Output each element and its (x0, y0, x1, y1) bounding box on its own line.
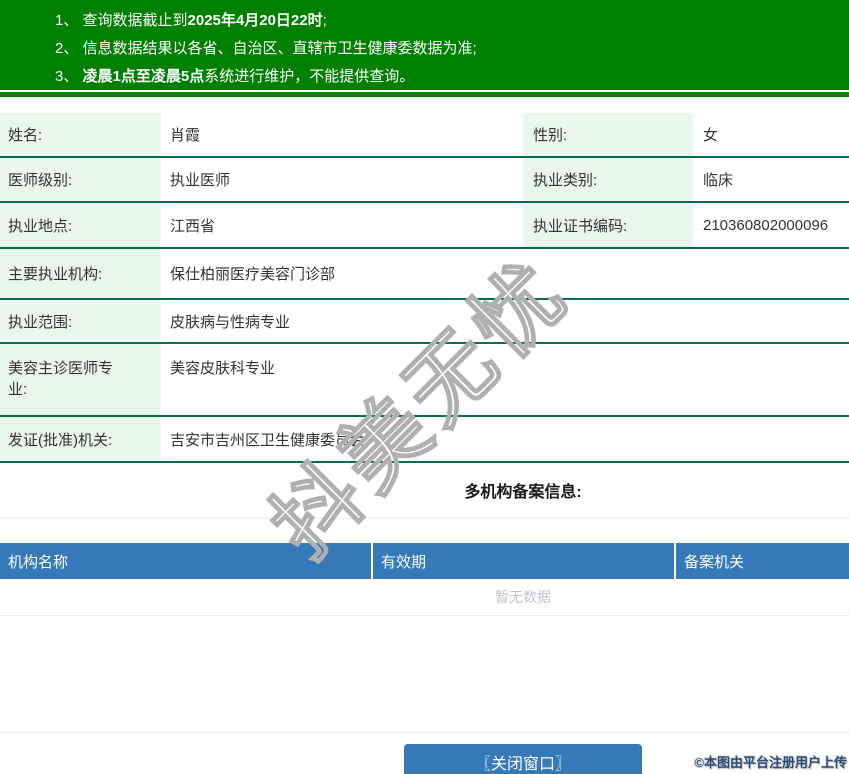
spacer (0, 97, 849, 113)
name-label: 姓名: (0, 113, 161, 156)
issuing-authority-label: 发证(批准)机关: (0, 417, 161, 461)
notice-line-3: 3、 凌晨1点至凌晨5点系统进行维护，不能提供查询。 (55, 63, 849, 91)
info-row-practice-scope: 执业范围: 皮肤病与性病专业 (0, 300, 849, 344)
practitioner-info-table: 姓名: 肖霞 性别: 女 医师级别: 执业医师 执业类别: 临床 执业地点: 江… (0, 113, 849, 463)
info-row-main-institution: 主要执业机构: 保仕柏丽医疗美容门诊部 (0, 249, 849, 300)
issuing-authority-value: 吉安市吉州区卫生健康委员会 (161, 417, 849, 461)
certificate-number-label: 执业证书编码: (523, 203, 693, 247)
cosmetic-specialty-label: 美容主诊医师专业: (0, 344, 161, 415)
name-value: 肖霞 (161, 113, 523, 156)
filing-header-authority: 备案机关 (676, 543, 849, 579)
practice-scope-value: 皮肤病与性病专业 (161, 300, 849, 342)
info-row-cosmetic-specialty: 美容主诊医师专业: 美容皮肤科专业 (0, 344, 849, 417)
practice-category-value: 临床 (693, 158, 849, 201)
info-row-location-certno: 执业地点: 江西省 执业证书编码: 210360802000096 (0, 203, 849, 249)
spacer (0, 519, 849, 543)
spacer (0, 616, 849, 733)
info-row-name-gender: 姓名: 肖霞 性别: 女 (0, 113, 849, 158)
cosmetic-specialty-value: 美容皮肤科专业 (161, 344, 849, 415)
filing-section-title: 多机构备案信息: (0, 478, 849, 502)
info-row-level-category: 医师级别: 执业医师 执业类别: 临床 (0, 158, 849, 203)
gender-value: 女 (693, 113, 849, 156)
notice-banner: 1、 查询数据截止到2025年4月20日22时; 2、 信息数据结果以各省、自治… (0, 0, 849, 90)
notice-line-2: 2、 信息数据结果以各省、自治区、直辖市卫生健康委数据为准; (55, 35, 849, 63)
gender-label: 性别: (523, 113, 693, 156)
close-window-button[interactable]: 〖关闭窗口〗 (404, 744, 642, 774)
filing-table-empty-row: 暂无数据 (0, 579, 849, 616)
query-result-page: 1、 查询数据截止到2025年4月20日22时; 2、 信息数据结果以各省、自治… (0, 0, 849, 774)
copyright-watermark: ©本图由平台注册用户上传 (694, 752, 847, 771)
practice-location-label: 执业地点: (0, 203, 161, 247)
filing-table-header: 机构名称 有效期 备案机关 (0, 543, 849, 579)
practice-category-label: 执业类别: (523, 158, 693, 201)
filing-header-institution: 机构名称 (0, 543, 371, 579)
empty-data-text: 暂无数据 (495, 587, 551, 607)
notice-line-1: 1、 查询数据截止到2025年4月20日22时; (55, 7, 849, 35)
doctor-level-value: 执业医师 (161, 158, 523, 201)
filing-header-validity: 有效期 (373, 543, 674, 579)
practice-location-value: 江西省 (161, 203, 523, 247)
practice-scope-label: 执业范围: (0, 300, 161, 342)
main-institution-label: 主要执业机构: (0, 249, 161, 298)
info-row-issuing-authority: 发证(批准)机关: 吉安市吉州区卫生健康委员会 (0, 417, 849, 463)
doctor-level-label: 医师级别: (0, 158, 161, 201)
certificate-number-value: 210360802000096 (693, 203, 849, 247)
main-institution-value: 保仕柏丽医疗美容门诊部 (161, 249, 849, 298)
